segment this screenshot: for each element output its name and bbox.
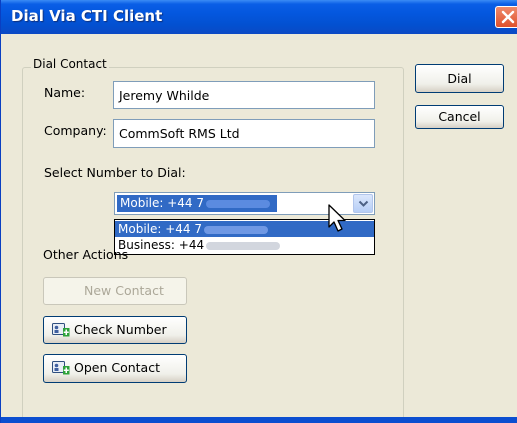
dial-contact-legend: Dial Contact — [31, 57, 109, 71]
close-button[interactable] — [495, 6, 517, 28]
selected-number: Mobile: +44 7 — [117, 195, 277, 212]
contact-card-add-icon — [52, 361, 70, 375]
new-contact-button[interactable]: New Contact — [43, 277, 187, 305]
company-label: Company: — [44, 123, 107, 138]
dial-button[interactable]: Dial — [415, 64, 504, 93]
name-field[interactable]: Jeremy Whilde — [113, 81, 375, 109]
window-bottom-border — [1, 417, 517, 423]
selected-number-text: Mobile: +44 7 — [120, 196, 204, 210]
cancel-button[interactable]: Cancel — [415, 105, 504, 129]
redacted-number — [204, 225, 268, 234]
redacted-number — [206, 241, 281, 250]
dropdown-arrow-icon — [358, 200, 369, 207]
window-title: Dial Via CTI Client — [11, 7, 163, 25]
dialog-window: Dial Via CTI Client Dial Contact Name: J… — [0, 0, 517, 423]
redacted-number — [206, 199, 270, 208]
option-business[interactable]: Business: +44 — [115, 237, 374, 253]
open-contact-button[interactable]: Open Contact — [43, 354, 187, 383]
company-field[interactable]: CommSoft RMS Ltd — [113, 119, 375, 148]
title-bar[interactable]: Dial Via CTI Client — [1, 0, 517, 34]
check-number-label: Check Number — [74, 322, 167, 337]
mouse-pointer-icon — [328, 204, 346, 232]
open-contact-label: Open Contact — [74, 360, 160, 375]
select-number-label: Select Number to Dial: — [44, 165, 186, 180]
option-business-text: Business: +44 — [118, 238, 205, 252]
option-mobile-text: Mobile: +44 7 — [118, 222, 202, 236]
contact-card-add-icon — [52, 323, 70, 337]
name-label: Name: — [44, 85, 86, 100]
other-actions-label: Other Actions — [43, 247, 129, 262]
check-number-button[interactable]: Check Number — [43, 316, 187, 344]
dropdown-arrow-button[interactable] — [353, 194, 373, 213]
close-icon — [501, 10, 515, 24]
new-contact-label: New Contact — [84, 283, 164, 298]
